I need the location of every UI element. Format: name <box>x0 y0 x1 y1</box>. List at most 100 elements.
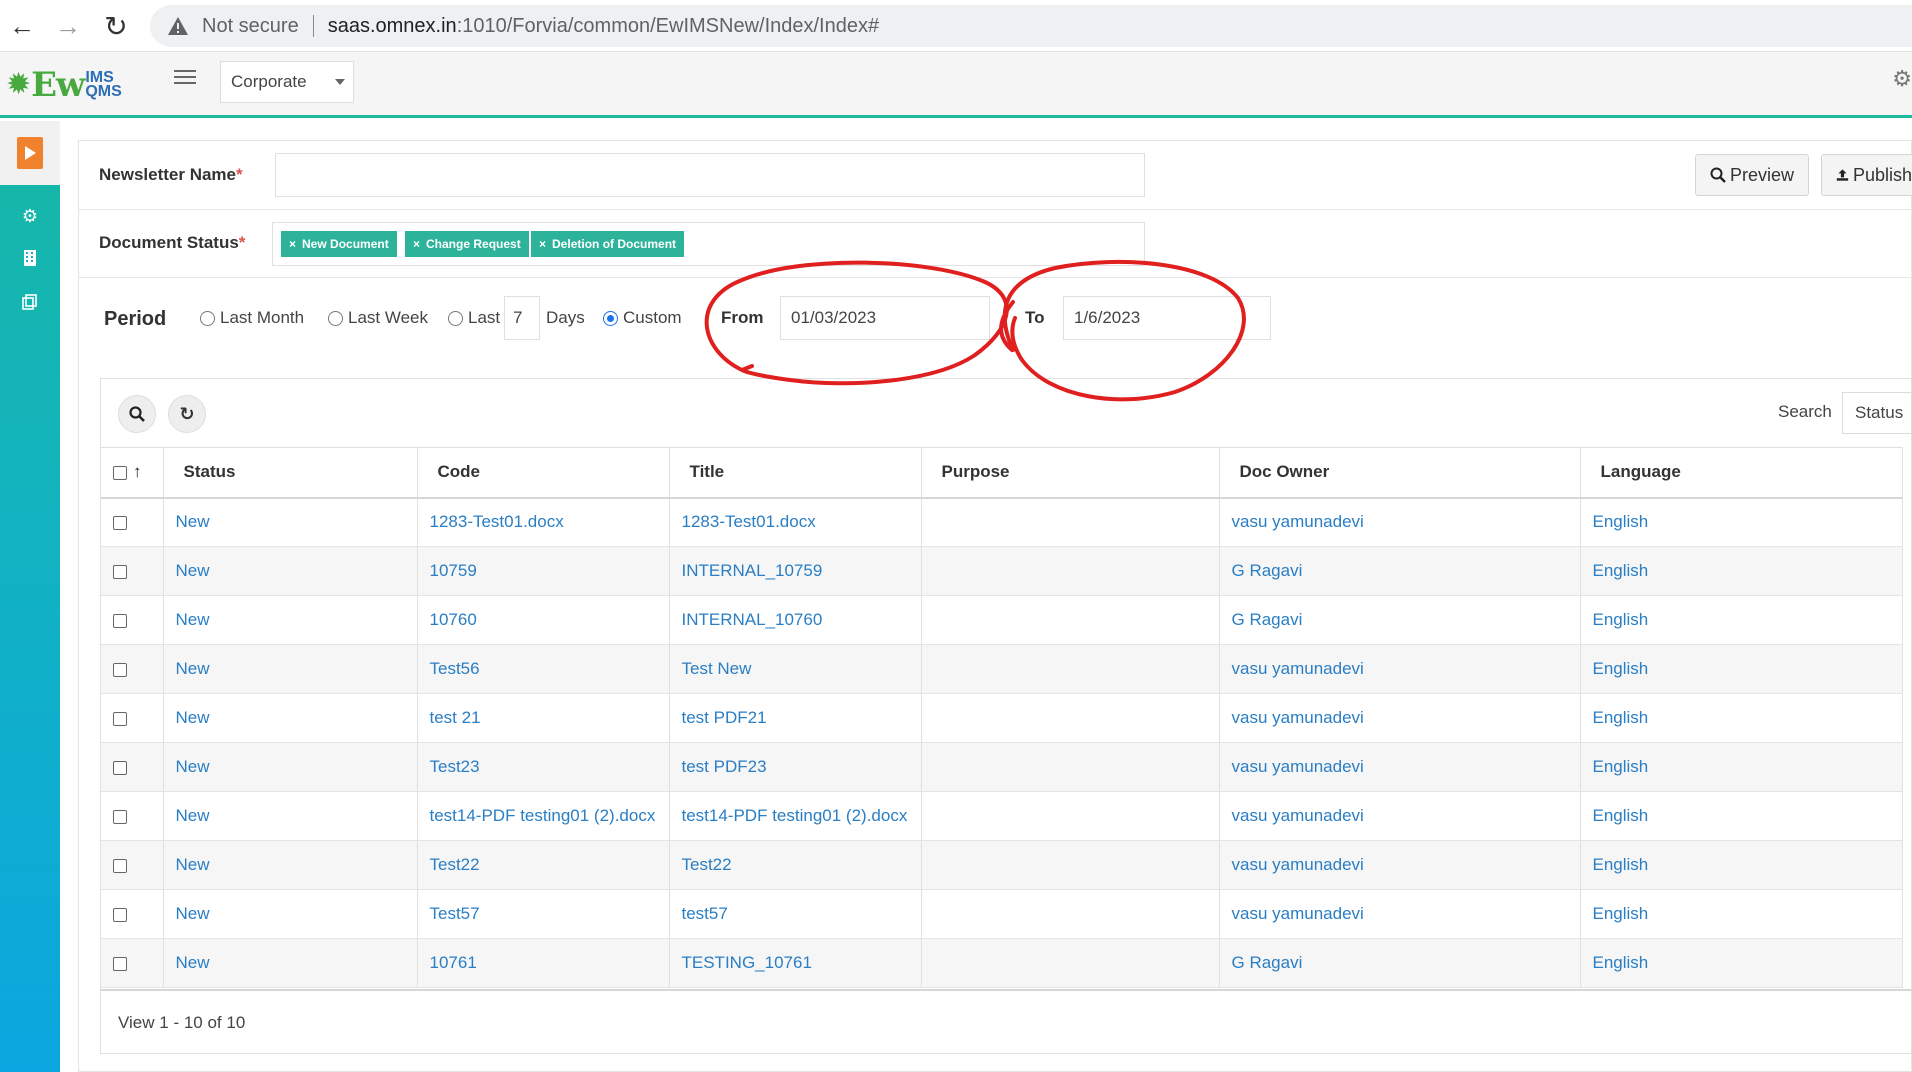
sidebar-item-settings[interactable]: ⚙ <box>0 201 60 231</box>
column-header-code[interactable]: Code <box>417 447 670 499</box>
status-tag-change-request[interactable]: × Change Request <box>405 231 529 257</box>
grid-search-field-select[interactable]: Status <box>1842 392 1912 434</box>
cell-code[interactable]: 10761 <box>417 938 670 988</box>
radio-button[interactable] <box>328 310 343 326</box>
cell-title[interactable]: Test22 <box>669 840 922 890</box>
cell-language[interactable]: English <box>1580 595 1903 645</box>
cell-purpose[interactable] <box>921 595 1220 645</box>
cell-code[interactable]: 1283-Test01.docx <box>417 497 670 547</box>
cell-language[interactable]: English <box>1580 889 1903 939</box>
cell-doc-owner[interactable]: G Ragavi <box>1219 595 1581 645</box>
grid-search-button[interactable] <box>118 395 156 433</box>
cell-purpose[interactable] <box>921 938 1220 988</box>
sidebar-item-building[interactable] <box>0 243 60 273</box>
cell-code[interactable]: Test57 <box>417 889 670 939</box>
column-header-language[interactable]: Language <box>1580 447 1903 499</box>
cell-purpose[interactable] <box>921 546 1220 596</box>
period-radio-last-week[interactable]: Last Week <box>328 308 428 328</box>
cell-status[interactable]: New <box>163 840 418 890</box>
row-select-checkbox[interactable] <box>101 742 164 792</box>
cell-status[interactable]: New <box>163 546 418 596</box>
security-label[interactable]: Not secure <box>202 15 299 38</box>
radio-button[interactable] <box>200 310 215 326</box>
organization-select[interactable]: Corporate <box>220 61 354 103</box>
cell-status[interactable]: New <box>163 595 418 645</box>
cell-code[interactable]: 10759 <box>417 546 670 596</box>
checkbox[interactable] <box>113 760 127 775</box>
column-header-status[interactable]: Status <box>163 447 418 499</box>
cell-code[interactable]: Test22 <box>417 840 670 890</box>
remove-tag-icon[interactable]: × <box>539 237 546 251</box>
cell-doc-owner[interactable]: vasu yamunadevi <box>1219 497 1581 547</box>
cell-doc-owner[interactable]: vasu yamunadevi <box>1219 644 1581 694</box>
checkbox[interactable] <box>113 858 127 873</box>
table-row[interactable]: New test14-PDF testing01 (2).docx test14-P… <box>101 791 1903 841</box>
cell-status[interactable]: New <box>163 791 418 841</box>
table-row[interactable]: New 10761 TESTING_10761 G Ragavi English <box>101 938 1903 988</box>
status-tag-deletion[interactable]: × Deletion of Document <box>531 231 685 257</box>
cell-code[interactable]: Test56 <box>417 644 670 694</box>
days-count-input[interactable]: 7 <box>504 296 540 340</box>
cell-doc-owner[interactable]: vasu yamunadevi <box>1219 693 1581 743</box>
cell-purpose[interactable] <box>921 889 1220 939</box>
cell-doc-owner[interactable]: vasu yamunadevi <box>1219 840 1581 890</box>
row-select-checkbox[interactable] <box>101 546 164 596</box>
to-date-input[interactable]: 1/6/2023 <box>1063 296 1271 340</box>
publish-button[interactable]: Publish <box>1821 154 1912 196</box>
checkbox[interactable] <box>113 907 127 922</box>
cell-code[interactable]: 10760 <box>417 595 670 645</box>
cell-language[interactable]: English <box>1580 840 1903 890</box>
sidebar-item-newsletter[interactable] <box>0 121 60 185</box>
cell-title[interactable]: 1283-Test01.docx <box>669 497 922 547</box>
cell-purpose[interactable] <box>921 497 1220 547</box>
row-select-checkbox[interactable] <box>101 840 164 890</box>
checkbox[interactable] <box>113 711 127 726</box>
cell-language[interactable]: English <box>1580 497 1903 547</box>
checkbox[interactable] <box>113 515 127 530</box>
newsletter-name-input[interactable] <box>275 153 1145 197</box>
sidebar-item-copy[interactable] <box>0 287 60 317</box>
cell-doc-owner[interactable]: G Ragavi <box>1219 546 1581 596</box>
period-radio-custom[interactable]: Custom <box>603 308 682 328</box>
table-row[interactable]: New Test57 test57 vasu yamunadevi English <box>101 889 1903 939</box>
checkbox[interactable] <box>113 809 127 824</box>
cell-status[interactable]: New <box>163 938 418 988</box>
table-row[interactable]: New 10760 INTERNAL_10760 G Ragavi English <box>101 595 1903 645</box>
cell-title[interactable]: test14-PDF testing01 (2).docx <box>669 791 922 841</box>
from-date-input[interactable]: 01/03/2023 <box>780 296 990 340</box>
table-row[interactable]: New Test23 test PDF23 vasu yamunadevi Englis… <box>101 742 1903 792</box>
row-select-checkbox[interactable] <box>101 938 164 988</box>
cell-status[interactable]: New <box>163 889 418 939</box>
row-select-checkbox[interactable] <box>101 644 164 694</box>
cell-purpose[interactable] <box>921 840 1220 890</box>
cell-language[interactable]: English <box>1580 693 1903 743</box>
column-header-title[interactable]: Title <box>669 447 922 499</box>
checkbox[interactable] <box>113 662 127 677</box>
cell-purpose[interactable] <box>921 791 1220 841</box>
cell-title[interactable]: test PDF23 <box>669 742 922 792</box>
cell-status[interactable]: New <box>163 742 418 792</box>
cell-language[interactable]: English <box>1580 938 1903 988</box>
remove-tag-icon[interactable]: × <box>289 237 296 251</box>
url-text[interactable]: saas.omnex.in:1010/Forvia/common/EwIMSNe… <box>328 15 879 38</box>
cell-title[interactable]: Test New <box>669 644 922 694</box>
column-header-purpose[interactable]: Purpose <box>921 447 1220 499</box>
cell-purpose[interactable] <box>921 742 1220 792</box>
table-row[interactable]: New Test56 Test New vasu yamunadevi English <box>101 644 1903 694</box>
cell-status[interactable]: New <box>163 497 418 547</box>
preview-button[interactable]: Preview <box>1695 154 1810 196</box>
forward-arrow-icon[interactable]: → <box>50 8 86 44</box>
radio-button[interactable] <box>448 310 463 326</box>
cell-title[interactable]: test57 <box>669 889 922 939</box>
cell-title[interactable]: INTERNAL_10760 <box>669 595 922 645</box>
address-bar[interactable]: Not secure saas.omnex.in:1010/Forvia/com… <box>150 5 1912 47</box>
column-header-doc-owner[interactable]: Doc Owner <box>1219 447 1581 499</box>
cell-title[interactable]: TESTING_10761 <box>669 938 922 988</box>
period-radio-last-days[interactable]: Last <box>448 308 500 328</box>
cell-status[interactable]: New <box>163 693 418 743</box>
radio-button-selected[interactable] <box>603 310 618 326</box>
cell-doc-owner[interactable]: vasu yamunadevi <box>1219 742 1581 792</box>
period-radio-last-month[interactable]: Last Month <box>200 308 304 328</box>
hamburger-menu-icon[interactable] <box>174 66 196 88</box>
reload-icon[interactable]: ↻ <box>98 8 134 44</box>
